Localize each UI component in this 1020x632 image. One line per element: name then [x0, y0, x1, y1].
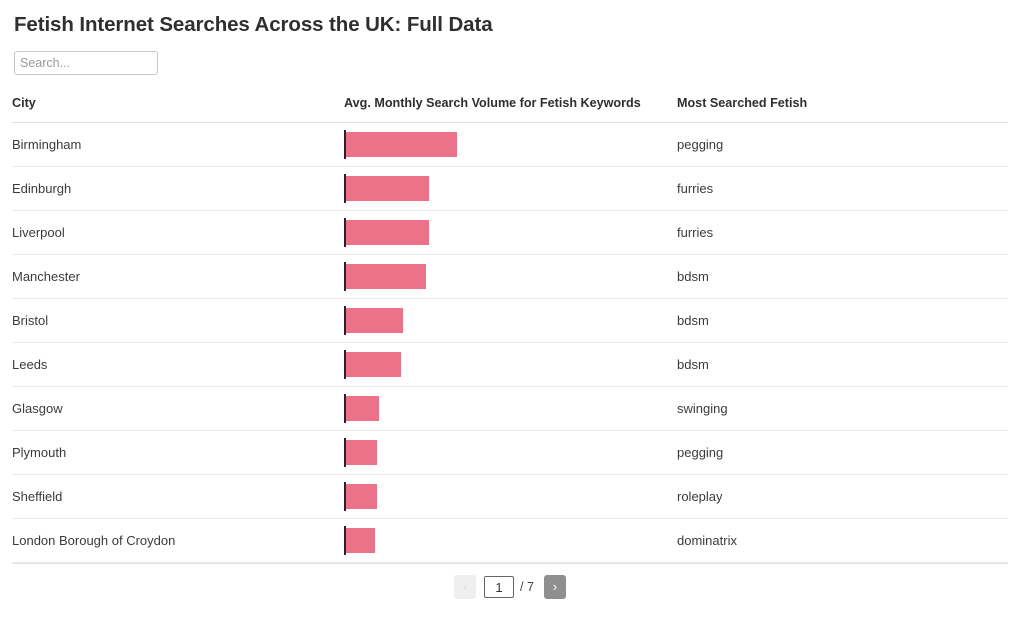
bar-holder [344, 475, 677, 518]
table-row: Plymouth pegging [12, 430, 1008, 475]
bar-holder [344, 211, 677, 254]
pagination-prev-button[interactable]: ‹ [454, 575, 477, 599]
column-header-volume[interactable]: Avg. Monthly Search Volume for Fetish Ke… [344, 96, 677, 123]
pagination-bar: ‹ / 7 › [12, 563, 1008, 599]
cell-volume-bar [344, 298, 677, 343]
pagination-page-input[interactable] [484, 576, 515, 598]
cell-volume-bar [344, 166, 677, 211]
cell-city: Leeds [12, 342, 344, 387]
cell-volume-bar [344, 474, 677, 519]
cell-city: Plymouth [12, 430, 344, 475]
bar-holder [344, 255, 677, 298]
table-row: Leeds bdsm [12, 342, 1008, 387]
table-row: Liverpool furries [12, 210, 1008, 255]
search-input[interactable] [14, 51, 158, 75]
cell-fetish: bdsm [677, 342, 1008, 387]
table-row: Glasgow swinging [12, 386, 1008, 431]
search-row [0, 38, 1020, 75]
cell-fetish: bdsm [677, 254, 1008, 299]
bar-holder [344, 299, 677, 342]
bar-fill [346, 528, 375, 553]
cell-volume-bar [344, 122, 677, 167]
cell-fetish: roleplay [677, 474, 1008, 519]
table-body: Birmingham pegging Edinburgh furries Liverpo… [12, 122, 1008, 563]
cell-fetish: pegging [677, 430, 1008, 475]
bar-holder [344, 519, 677, 562]
table-row: Manchester bdsm [12, 254, 1008, 299]
table-header: City Avg. Monthly Search Volume for Feti… [12, 96, 1008, 123]
cell-fetish: furries [677, 166, 1008, 211]
bar-fill [346, 440, 377, 465]
cell-fetish: dominatrix [677, 518, 1008, 563]
table-row: Edinburgh furries [12, 166, 1008, 211]
table-row: Bristol bdsm [12, 298, 1008, 343]
cell-fetish: furries [677, 210, 1008, 255]
page-root: Fetish Internet Searches Across the UK: … [0, 0, 1020, 632]
bar-holder [344, 123, 677, 166]
cell-volume-bar [344, 342, 677, 387]
data-table: City Avg. Monthly Search Volume for Feti… [12, 96, 1008, 563]
cell-city: Glasgow [12, 386, 344, 431]
cell-volume-bar [344, 518, 677, 563]
table-row: Birmingham pegging [12, 122, 1008, 167]
cell-city: Manchester [12, 254, 344, 299]
cell-city: Edinburgh [12, 166, 344, 211]
bar-fill [346, 264, 426, 289]
pagination-total-label: / 7 [520, 580, 534, 594]
cell-volume-bar [344, 210, 677, 255]
table-container: City Avg. Monthly Search Volume for Feti… [0, 96, 1020, 563]
cell-city: Birmingham [12, 122, 344, 167]
bar-fill [346, 484, 377, 509]
bar-holder [344, 167, 677, 210]
bar-fill [346, 132, 457, 157]
bar-fill [346, 220, 429, 245]
table-header-row: City Avg. Monthly Search Volume for Feti… [12, 96, 1008, 123]
page-title: Fetish Internet Searches Across the UK: … [14, 13, 493, 36]
table-row: London Borough of Croydon dominatrix [12, 518, 1008, 563]
table-row: Sheffield roleplay [12, 474, 1008, 519]
cell-city: Liverpool [12, 210, 344, 255]
bar-holder [344, 343, 677, 386]
cell-volume-bar [344, 430, 677, 475]
cell-volume-bar [344, 254, 677, 299]
bar-fill [346, 352, 401, 377]
pagination-next-button[interactable]: › [543, 575, 566, 599]
cell-city: Sheffield [12, 474, 344, 519]
bar-fill [346, 308, 403, 333]
bar-holder [344, 387, 677, 430]
column-header-fetish[interactable]: Most Searched Fetish [677, 96, 1008, 123]
cell-city: Bristol [12, 298, 344, 343]
cell-fetish: bdsm [677, 298, 1008, 343]
bar-fill [346, 396, 379, 421]
column-header-city[interactable]: City [12, 96, 344, 123]
cell-fetish: pegging [677, 122, 1008, 167]
cell-city: London Borough of Croydon [12, 518, 344, 563]
bar-fill [346, 176, 429, 201]
cell-volume-bar [344, 386, 677, 431]
cell-fetish: swinging [677, 386, 1008, 431]
bar-holder [344, 431, 677, 474]
